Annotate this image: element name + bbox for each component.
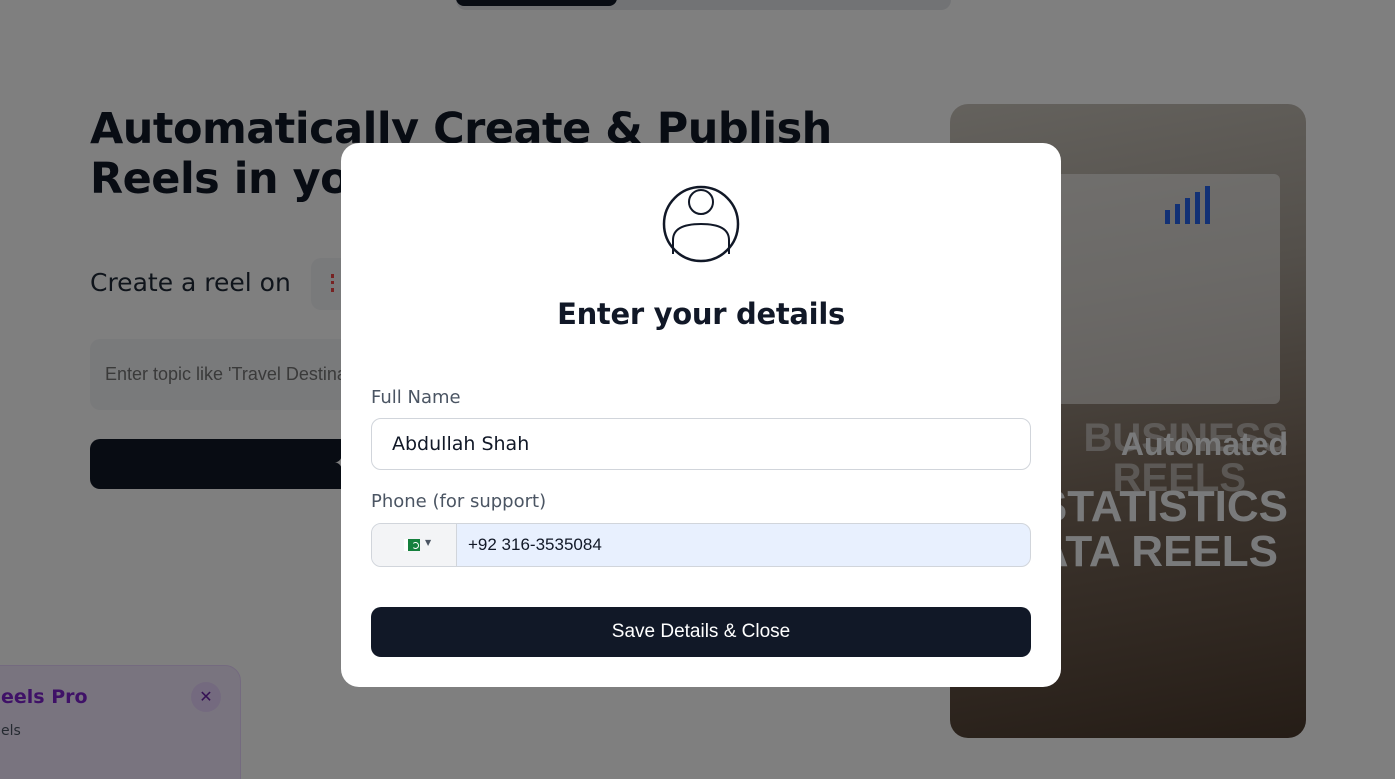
details-modal: Enter your details Full Name Phone (for … [341, 143, 1061, 687]
phone-input[interactable] [457, 524, 1030, 566]
phone-label: Phone (for support) [371, 491, 547, 512]
full-name-input[interactable] [371, 418, 1031, 470]
country-code-select[interactable]: ▼ [372, 524, 457, 566]
chevron-down-icon: ▼ [425, 538, 432, 547]
save-details-button[interactable]: Save Details & Close [371, 607, 1031, 657]
user-avatar-icon [662, 185, 740, 263]
pakistan-flag-icon [404, 539, 420, 551]
phone-field: ▼ [371, 523, 1031, 567]
modal-title: Enter your details [557, 297, 845, 331]
full-name-label: Full Name [371, 387, 461, 408]
